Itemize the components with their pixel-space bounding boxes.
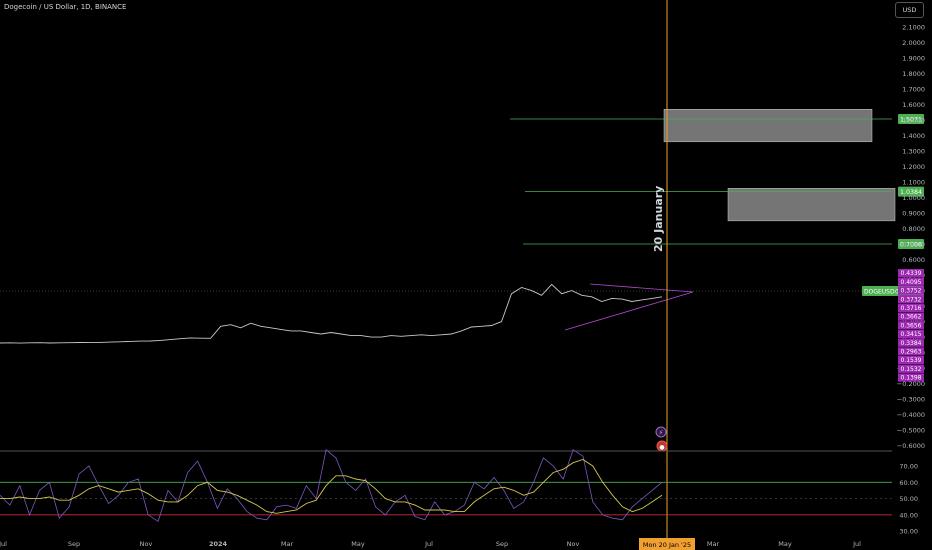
date-label: Mon 20 Jan '25 (639, 538, 695, 550)
y-tick-label: 1.1000 (902, 179, 925, 187)
price-badge-label: 0.3384 (901, 340, 922, 347)
price-series: DOGEUSD06:28:39 (0, 283, 924, 344)
x-tick-label: Mar (281, 540, 294, 548)
price-badge-label: 0.3716 (901, 305, 922, 312)
y-tick-label: 0.6000 (902, 256, 925, 264)
price-badge-label: 0.4339 (901, 270, 922, 277)
chart-canvas: 1.50711.03840.7006 DOGEUSD06:28:39 20 Ja… (0, 0, 925, 550)
y-tick-label: −0.5000 (897, 427, 925, 435)
x-tick-label: Nov (140, 540, 153, 548)
y-tick-label: 1.8000 (902, 70, 925, 78)
price-badge-label: 0.3662 (901, 314, 922, 321)
price-badge-label: 0.4095 (901, 279, 922, 286)
rsi-tick-label: 50.00 (899, 495, 918, 503)
y-tick-label: −0.3000 (897, 396, 925, 404)
x-tick-label: Sep (496, 540, 508, 548)
price-badge-label: 0.2963 (901, 349, 922, 356)
triangle-pattern (564, 283, 694, 331)
target-box (727, 188, 896, 222)
triangle-lower-line (564, 291, 694, 331)
bell-icon[interactable]: ● (656, 440, 668, 452)
y-tick-label: 2.0000 (902, 39, 925, 47)
price-badge-label: 0.3732 (901, 296, 922, 303)
y-tick-label: 1.6000 (902, 101, 925, 109)
svg-text:⚡: ⚡ (659, 429, 664, 437)
x-tick-label: May (778, 540, 792, 548)
current-symbol: DOGEUSD (864, 289, 895, 296)
x-tick-label: Jul (852, 540, 861, 548)
y-tick-label: 1.2000 (902, 163, 925, 171)
currency-button[interactable]: USD (895, 2, 924, 18)
price-badge-label: 0.1532 (901, 366, 922, 373)
y-tick-label: 1.4000 (902, 132, 925, 140)
x-tick-label: Jul (0, 540, 7, 548)
price-badge-label: 0.3656 (901, 322, 922, 329)
y-tick-label: 1.3000 (902, 148, 925, 156)
x-tick-label: Jul (424, 540, 433, 548)
x-tick-label: Nov (567, 540, 580, 548)
price-badge-label: 0.3752 (901, 288, 922, 295)
svg-text:●: ● (659, 444, 664, 451)
chart-title: Dogecoin / US Dollar, 1D, BINANCE (4, 3, 127, 11)
x-tick-label: May (351, 540, 365, 548)
date-label-text: Mon 20 Jan '25 (643, 541, 691, 549)
price-badge-label: 0.1539 (901, 357, 922, 364)
price-badge-label: 0.1398 (901, 375, 922, 382)
y-tick-label: 1.9000 (902, 55, 925, 63)
x-tick-label: Sep (68, 540, 80, 548)
y-tick-label: 2.1000 (902, 24, 925, 32)
y-tick-label: −0.6000 (897, 442, 925, 450)
lightning-icon[interactable]: ⚡ (655, 426, 667, 438)
price-badges: 0.4339 0.4095 0.37520.3732 0.3716 0.36620.36… (898, 269, 924, 382)
target-boxes (663, 109, 896, 222)
price-line (0, 283, 663, 344)
y-tick-label: 1.0000 (902, 194, 925, 202)
y-tick-label: 0.8000 (902, 225, 925, 233)
y-tick-label: 1.7000 (902, 86, 925, 94)
rsi-tick-label: 40.00 (899, 511, 918, 519)
y-tick-label: 0.9000 (902, 210, 925, 218)
price-badge-label: 0.3415 (901, 331, 922, 338)
rsi-pane: 70.00 60.00 50.00 40.00 30.00 (0, 448, 918, 536)
vertical-annotation: 20 January (652, 186, 665, 252)
rsi-tick-label: 60.00 (899, 479, 918, 487)
x-tick-label: 2024 (209, 540, 228, 548)
x-tick-label: Mar (707, 540, 720, 548)
y-tick-label: 0.7000 (902, 241, 925, 249)
rsi-tick-label: 70.00 (899, 463, 918, 471)
triangle-upper-line (589, 283, 694, 293)
target-box (663, 109, 873, 143)
rsi-tick-label: 30.00 (899, 528, 918, 536)
y-tick-label: 1.5000 (902, 117, 925, 125)
time-axis[interactable]: Jul Sep Nov 2024 Mar May Jul Sep Nov Mar May Jul (0, 540, 861, 548)
y-tick-label: −0.4000 (897, 411, 925, 419)
price-axis[interactable]: 2.1000 2.0000 1.9000 1.8000 1.7000 1.6000 1.50… (897, 24, 925, 451)
